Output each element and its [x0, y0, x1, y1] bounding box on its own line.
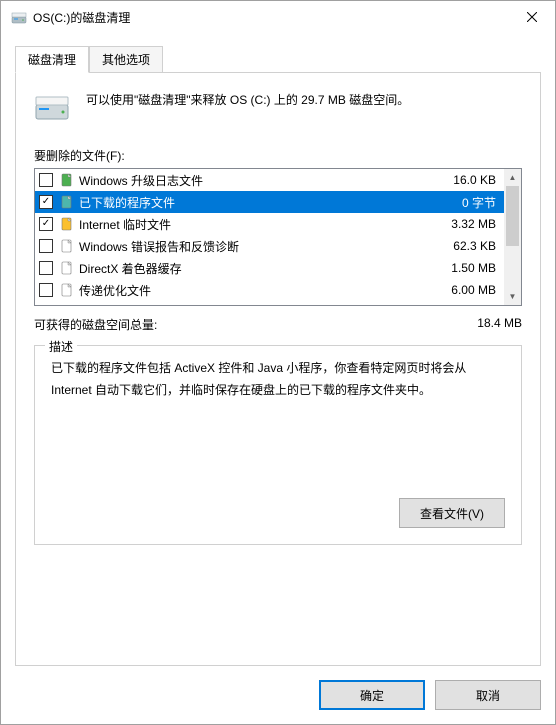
file-size: 6.00 MB: [451, 283, 500, 297]
file-name: 传递优化文件: [79, 282, 451, 299]
file-row[interactable]: Windows 升级日志文件16.0 KB: [35, 169, 504, 191]
file-checkbox[interactable]: [39, 195, 53, 209]
scroll-up-icon[interactable]: ▲: [504, 169, 521, 186]
content-area: 磁盘清理 其他选项 可以使用"磁盘清理"来释放 OS (C:) 上的 29.7 …: [1, 33, 555, 666]
file-size: 62.3 KB: [453, 239, 500, 253]
tab-disk-cleanup[interactable]: 磁盘清理: [15, 46, 89, 73]
file-checkbox[interactable]: [39, 217, 53, 231]
file-type-icon: [59, 194, 75, 210]
file-name: DirectX 着色器缓存: [79, 260, 451, 277]
window-title: OS(C:)的磁盘清理: [33, 9, 509, 26]
file-type-icon: [59, 216, 75, 232]
scroll-down-icon[interactable]: ▼: [504, 288, 521, 305]
file-type-icon: [59, 238, 75, 254]
intro-text: 可以使用"磁盘清理"来释放 OS (C:) 上的 29.7 MB 磁盘空间。: [86, 89, 409, 108]
drive-icon: [34, 89, 70, 125]
file-row[interactable]: DirectX 着色器缓存1.50 MB: [35, 257, 504, 279]
file-size: 16.0 KB: [453, 173, 500, 187]
total-label: 可获得的磁盘空间总量:: [34, 316, 157, 333]
ok-button[interactable]: 确定: [319, 680, 425, 710]
file-checkbox[interactable]: [39, 173, 53, 187]
titlebar: OS(C:)的磁盘清理: [1, 1, 555, 33]
tab-other-options[interactable]: 其他选项: [89, 46, 163, 73]
file-name: 已下载的程序文件: [79, 194, 462, 211]
file-size: 1.50 MB: [451, 261, 500, 275]
files-to-delete-label: 要删除的文件(F):: [34, 147, 522, 164]
file-size: 3.32 MB: [451, 217, 500, 231]
tabstrip: 磁盘清理 其他选项: [15, 46, 541, 73]
view-files-button[interactable]: 查看文件(V): [399, 498, 505, 528]
file-row[interactable]: 传递优化文件6.00 MB: [35, 279, 504, 301]
drive-cleanup-icon: [11, 9, 27, 25]
file-row[interactable]: Windows 错误报告和反馈诊断62.3 KB: [35, 235, 504, 257]
intro-row: 可以使用"磁盘清理"来释放 OS (C:) 上的 29.7 MB 磁盘空间。: [34, 89, 522, 125]
scroll-thumb[interactable]: [506, 186, 519, 246]
file-checkbox[interactable]: [39, 261, 53, 275]
description-legend: 描述: [45, 338, 77, 355]
tab-panel-cleanup: 可以使用"磁盘清理"来释放 OS (C:) 上的 29.7 MB 磁盘空间。 要…: [15, 72, 541, 666]
file-row[interactable]: Internet 临时文件3.32 MB: [35, 213, 504, 235]
file-name: Windows 升级日志文件: [79, 172, 453, 189]
file-type-icon: [59, 282, 75, 298]
file-checkbox[interactable]: [39, 239, 53, 253]
close-button[interactable]: [509, 1, 555, 33]
dialog-buttons: 确定 取消: [1, 666, 555, 724]
cancel-button[interactable]: 取消: [435, 680, 541, 710]
description-text: 已下载的程序文件包括 ActiveX 控件和 Java 小程序，你查看特定网页时…: [51, 358, 505, 468]
file-list-scrollbar[interactable]: ▲ ▼: [504, 169, 521, 305]
file-type-icon: [59, 260, 75, 276]
total-row: 可获得的磁盘空间总量: 18.4 MB: [34, 316, 522, 333]
file-size: 0 字节: [462, 194, 500, 211]
file-name: Internet 临时文件: [79, 216, 451, 233]
file-list-inner: Windows 升级日志文件16.0 KB已下载的程序文件0 字节Interne…: [35, 169, 504, 305]
file-list: Windows 升级日志文件16.0 KB已下载的程序文件0 字节Interne…: [34, 168, 522, 306]
description-fieldset: 描述 已下载的程序文件包括 ActiveX 控件和 Java 小程序，你查看特定…: [34, 345, 522, 545]
scroll-track[interactable]: [504, 186, 521, 288]
file-row[interactable]: 已下载的程序文件0 字节: [35, 191, 504, 213]
file-type-icon: [59, 172, 75, 188]
file-checkbox[interactable]: [39, 283, 53, 297]
total-value: 18.4 MB: [477, 316, 522, 333]
file-name: Windows 错误报告和反馈诊断: [79, 238, 453, 255]
